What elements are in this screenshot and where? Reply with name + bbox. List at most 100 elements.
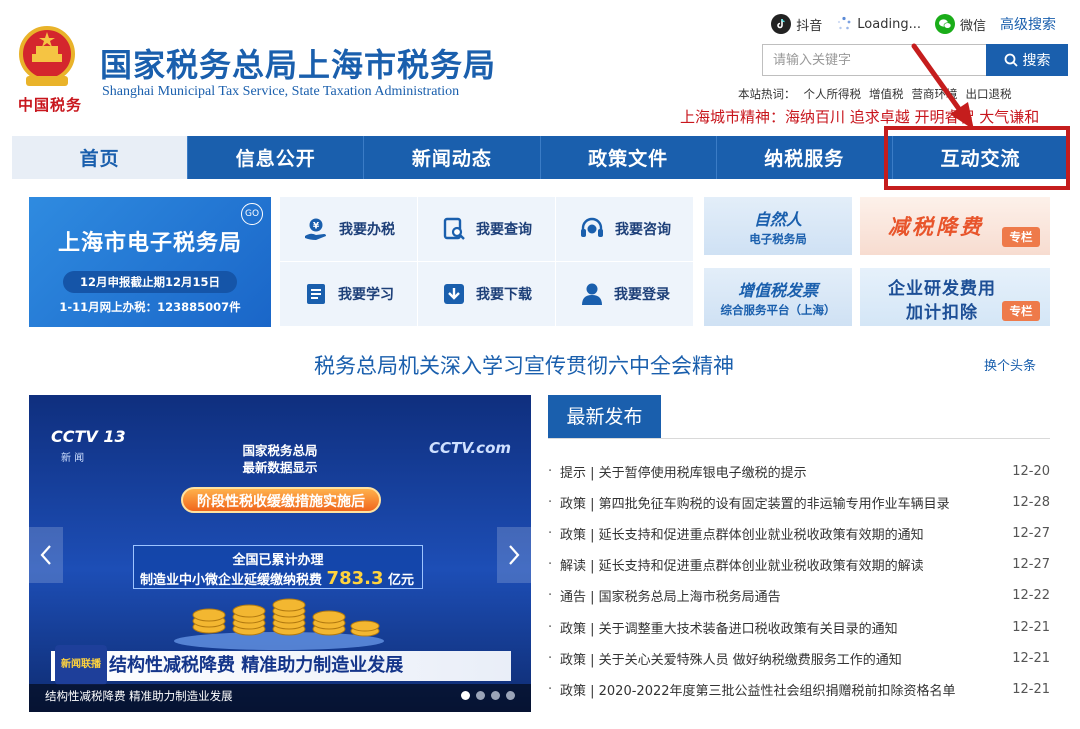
change-headline-link[interactable]: 换个头条 bbox=[984, 355, 1036, 374]
bullet-icon: · bbox=[548, 681, 553, 697]
news-item[interactable]: · 通告 | 国家税务总局上海市税务局通告 12-22 bbox=[548, 580, 1050, 611]
carousel-dots bbox=[461, 691, 515, 700]
loading-link[interactable]: Loading... bbox=[836, 16, 921, 32]
carousel-dot[interactable] bbox=[491, 691, 500, 700]
national-emblem-icon bbox=[19, 26, 75, 86]
quick-consult[interactable]: 我要咨询 bbox=[556, 197, 694, 262]
hot-word[interactable]: 个人所得税 bbox=[804, 86, 862, 102]
carousel-dot[interactable] bbox=[506, 691, 515, 700]
carousel-dot[interactable] bbox=[476, 691, 485, 700]
nav-item-interaction[interactable]: 互动交流 bbox=[893, 136, 1068, 179]
search-input[interactable] bbox=[762, 44, 986, 76]
hot-words-label: 本站热词： bbox=[738, 87, 796, 101]
slide-data-panel: 全国已累计办理 制造业中小微企业延缓缴纳税费 783.3 亿元 bbox=[133, 545, 423, 589]
news-item[interactable]: · 提示 | 关于暂停使用税库银电子缴税的提示 12-20 bbox=[548, 456, 1050, 487]
slide-bottom-banner: 结构性减税降费 精准助力制造业发展 bbox=[51, 651, 511, 681]
slide-caption[interactable]: 结构性减税降费 精准助力制造业发展 bbox=[45, 688, 233, 704]
carousel-prev-button[interactable] bbox=[29, 527, 63, 583]
news-title[interactable]: 提示 | 关于暂停使用税库银电子缴税的提示 bbox=[560, 462, 1010, 481]
wechat-link[interactable]: 微信 bbox=[934, 14, 986, 34]
e-tax-bureau-banner[interactable]: GO 上海市电子税务局 12月申报截止期12月15日 1-11月网上办税：123… bbox=[29, 197, 271, 327]
bullet-icon: · bbox=[548, 588, 553, 604]
column-tag: 专栏 bbox=[1002, 301, 1040, 321]
news-title[interactable]: 政策 | 延长支持和促进重点群体创业就业税收政策有效期的通知 bbox=[560, 524, 1010, 543]
news-date: 12-27 bbox=[1012, 557, 1050, 573]
city-spirit-text: 上海城市精神：海纳百川 追求卓越 开明睿智 大气谦和 bbox=[680, 108, 1040, 126]
news-title[interactable]: 通告 | 国家税务总局上海市税务局通告 bbox=[560, 586, 1010, 605]
chevron-right-icon bbox=[509, 545, 520, 565]
site-subtitle: Shanghai Municipal Tax Service, State Ta… bbox=[102, 84, 460, 99]
nav-item-home[interactable]: 首页 bbox=[12, 136, 189, 179]
douyin-link[interactable]: 抖音 bbox=[771, 14, 822, 34]
vat-invoice-platform-link[interactable]: 增值税发票 综合服务平台（上海） bbox=[704, 268, 852, 326]
e-tax-count: 1-11月网上办税：123885007件 bbox=[59, 300, 241, 314]
natural-person-etax-link[interactable]: 自然人 电子税务局 bbox=[704, 197, 852, 255]
news-title[interactable]: 解读 | 延长支持和促进重点群体创业就业税收政策有效期的解读 bbox=[560, 555, 1010, 574]
nav-item-info-disclosure[interactable]: 信息公开 bbox=[188, 136, 365, 179]
news-item[interactable]: · 政策 | 关于关心关爱特殊人员 做好纳税缴费服务工作的通知 12-21 bbox=[548, 643, 1050, 674]
news-date: 12-28 bbox=[1012, 495, 1050, 511]
tax-cut-column-link[interactable]: 减税降费 专栏 bbox=[860, 197, 1050, 255]
news-date: 12-21 bbox=[1012, 619, 1050, 635]
news-item[interactable]: · 政策 | 延长支持和促进重点群体创业就业税收政策有效期的通知 12-27 bbox=[548, 518, 1050, 549]
news-item[interactable]: · 解读 | 延长支持和促进重点群体创业就业税收政策有效期的解读 12-27 bbox=[548, 549, 1050, 580]
bullet-icon: · bbox=[548, 526, 553, 542]
nav-item-policy[interactable]: 政策文件 bbox=[541, 136, 717, 179]
news-title[interactable]: 政策 | 关于调整重大技术装备进口税收政策有关目录的通知 bbox=[560, 618, 1010, 637]
xinwen-lianbo-logo: 新闻联播 bbox=[55, 645, 107, 685]
bullet-icon: · bbox=[548, 557, 553, 573]
slide-text-line2: 最新数据显示 bbox=[242, 460, 318, 475]
hot-word[interactable]: 出口退税 bbox=[966, 86, 1012, 102]
loading-spinner-icon bbox=[838, 16, 851, 30]
news-title[interactable]: 政策 | 2020-2022年度第三批公益性社会组织捐赠税前扣除资格名单 bbox=[560, 680, 1010, 699]
slide-data-line: 制造业中小微企业延缓缴纳税费 783.3 亿元 bbox=[140, 568, 415, 589]
nav-item-tax-service[interactable]: 纳税服务 bbox=[717, 136, 893, 179]
news-item[interactable]: · 政策 | 第四批免征车购税的设有固定装置的非运输专用作业车辆目录 12-28 bbox=[548, 487, 1050, 518]
user-icon bbox=[582, 283, 602, 305]
search-button[interactable]: 搜索 bbox=[986, 44, 1068, 76]
news-list: · 提示 | 关于暂停使用税库银电子缴税的提示 12-20 · 政策 | 第四批免征车购… bbox=[548, 456, 1050, 705]
document-search-icon bbox=[443, 217, 465, 240]
quick-login[interactable]: 我要登录 bbox=[556, 262, 694, 327]
quick-download[interactable]: 我要下载 bbox=[418, 262, 556, 327]
news-title[interactable]: 政策 | 关于关心关爱特殊人员 做好纳税缴费服务工作的通知 bbox=[560, 649, 1010, 668]
wechat-icon bbox=[934, 14, 955, 34]
slide-data-number: 783.3 bbox=[326, 568, 384, 589]
news-item[interactable]: · 政策 | 2020-2022年度第三批公益性社会组织捐赠税前扣除资格名单 12-… bbox=[548, 674, 1050, 705]
chevron-left-icon bbox=[40, 545, 51, 565]
column-tag: 专栏 bbox=[1002, 227, 1040, 247]
news-title[interactable]: 政策 | 第四批免征车购税的设有固定装置的非运输专用作业车辆目录 bbox=[560, 493, 1010, 512]
main-nav: 首页 信息公开 新闻动态 政策文件 纳税服务 互动交流 bbox=[12, 136, 1068, 179]
site-header: 中国税务 国家税务总局上海市税务局 Shanghai Municipal Tax… bbox=[0, 0, 1080, 136]
quick-query[interactable]: 我要查询 bbox=[418, 197, 556, 262]
bullet-icon: · bbox=[548, 650, 553, 666]
book-icon bbox=[307, 284, 325, 304]
svg-text:¥: ¥ bbox=[313, 222, 320, 232]
hot-words: 本站热词： 个人所得税 增值税 营商环境 出口退税 bbox=[738, 86, 1012, 102]
hand-tax-icon: ¥ bbox=[305, 218, 326, 240]
headline-link[interactable]: 税务总局机关深入学习宣传贯彻六中全会精神 bbox=[314, 350, 734, 380]
latest-release-tab[interactable]: 最新发布 bbox=[548, 395, 661, 439]
hot-word[interactable]: 增值税 bbox=[869, 86, 904, 102]
advanced-search-link[interactable]: 高级搜索 bbox=[1000, 14, 1056, 34]
news-date: 12-21 bbox=[1012, 681, 1050, 697]
quick-handle-tax[interactable]: ¥ 我要办税 bbox=[280, 197, 418, 262]
rnd-deduction-column-link[interactable]: 企业研发费用 加计扣除 专栏 bbox=[860, 268, 1050, 326]
douyin-icon bbox=[771, 14, 792, 34]
news-date: 12-22 bbox=[1012, 588, 1050, 604]
carousel-next-button[interactable] bbox=[497, 527, 531, 583]
gold-coins-icon bbox=[174, 598, 384, 650]
e-tax-deadline: 12月申报截止期12月15日 bbox=[63, 271, 237, 293]
news-carousel[interactable]: CCTV 13 新 闻 CCTV.com 国家税务总局 最新数据显示 阶段性税收… bbox=[29, 395, 531, 712]
nav-item-news[interactable]: 新闻动态 bbox=[364, 136, 541, 179]
headset-icon bbox=[581, 217, 603, 237]
hot-word[interactable]: 营商环境 bbox=[912, 86, 958, 102]
carousel-dot[interactable] bbox=[461, 691, 470, 700]
bullet-icon: · bbox=[548, 619, 553, 635]
e-tax-title: 上海市电子税务局 bbox=[57, 231, 242, 256]
go-badge-icon: GO bbox=[241, 203, 263, 225]
news-item[interactable]: · 政策 | 关于调整重大技术装备进口税收政策有关目录的通知 12-21 bbox=[548, 611, 1050, 642]
quick-learn[interactable]: 我要学习 bbox=[280, 262, 418, 327]
news-divider bbox=[548, 438, 1050, 439]
site-title[interactable]: 国家税务总局上海市税务局 bbox=[100, 40, 496, 86]
